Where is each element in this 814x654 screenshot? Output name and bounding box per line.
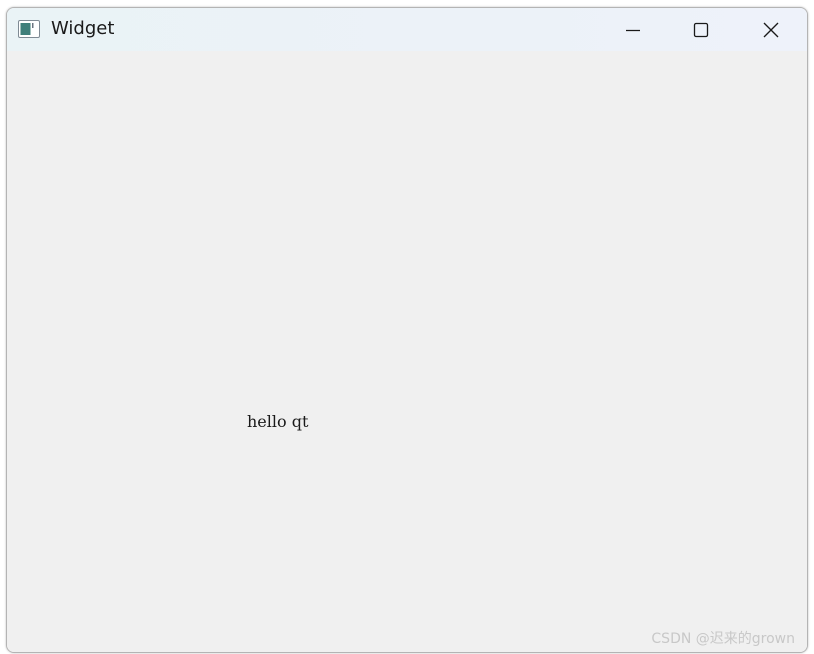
maximize-icon — [693, 22, 709, 37]
app-window-icon — [18, 20, 40, 38]
minimize-icon — [626, 29, 640, 31]
close-button[interactable] — [738, 8, 804, 51]
window-title: Widget — [51, 18, 115, 39]
hello-label: hello qt — [247, 412, 309, 431]
close-icon — [763, 22, 779, 37]
widget-client-area: hello qt CSDN @迟来的grown — [7, 51, 807, 652]
title-bar[interactable]: Widget — [7, 8, 807, 51]
maximize-button[interactable] — [668, 8, 734, 51]
csdn-watermark: CSDN @迟来的grown — [651, 631, 795, 647]
widget-window: Widget hello qt CSDN @迟来的grown — [6, 7, 808, 653]
minimize-button[interactable] — [600, 8, 666, 51]
